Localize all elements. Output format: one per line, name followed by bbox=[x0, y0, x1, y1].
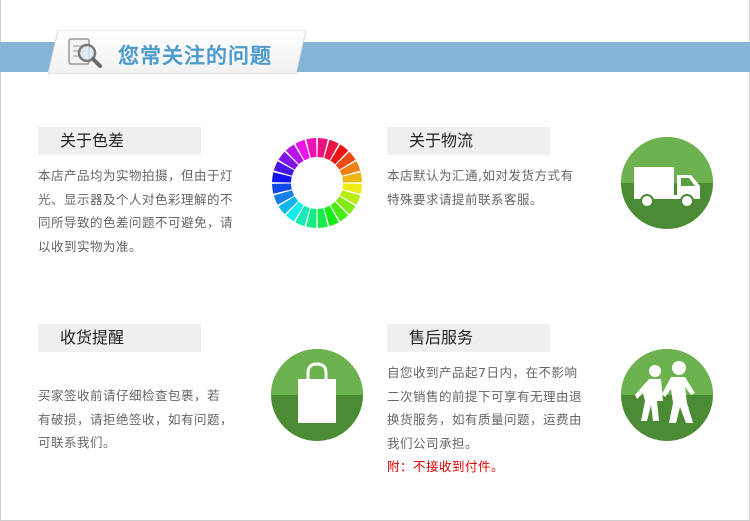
text-line: 买家签收前请仔细检查包裹，若 bbox=[38, 388, 221, 403]
section-title-logistics: 关于物流 bbox=[387, 127, 550, 155]
color-wheel-icon bbox=[272, 138, 362, 228]
section-text-logistics: 本店默认为汇通,如对发货方式有 特殊要求请提前联系客服。 bbox=[387, 164, 612, 211]
magnifier-document-icon bbox=[66, 36, 104, 70]
truck-icon bbox=[621, 137, 713, 229]
note-text: 附：不接收到付件。 bbox=[387, 459, 505, 474]
text-line: 有破损，请拒绝签收，如有问题， bbox=[38, 411, 234, 427]
text-line: 换货服务，如有质量问题，运费由 bbox=[387, 412, 583, 427]
text-line: 本店默认为汇通,如对发货方式有 bbox=[387, 168, 574, 183]
section-text-receipt: 买家签收前请仔细检查包裹，若 有破损，请拒绝签收，如有问题， 可联系我们。 bbox=[38, 384, 263, 455]
page-title: 您常关注的问题 bbox=[118, 44, 272, 68]
text-line: 二次销售的前提下可享有无理由退 bbox=[387, 388, 583, 404]
shopping-bag-icon bbox=[271, 349, 363, 441]
text-line: 以收到实物为准。 bbox=[38, 238, 143, 254]
text-line: 特殊要求请提前联系客服。 bbox=[387, 191, 544, 207]
section-text-color: 本店产品均为实物拍摄，但由于灯 光、显示器及个人对色彩理解的不 同所导致的色差问… bbox=[38, 164, 263, 258]
text-line: 自您收到产品起7日内，在不影响 bbox=[387, 365, 578, 380]
section-title-receipt: 收货提醒 bbox=[38, 324, 201, 352]
text-line: 可联系我们。 bbox=[38, 435, 117, 450]
section-title-color: 关于色差 bbox=[38, 127, 201, 155]
section-title-aftersale: 售后服务 bbox=[387, 324, 550, 352]
text-line: 我们公司承担。 bbox=[387, 435, 479, 451]
text-line: 本店产品均为实物拍摄，但由于灯 bbox=[38, 168, 234, 183]
header-tab: 您常关注的问题 bbox=[48, 30, 306, 74]
text-line: 光、显示器及个人对色彩理解的不 bbox=[38, 191, 234, 207]
section-text-aftersale: 自您收到产品起7日内，在不影响 二次销售的前提下可享有无理由退 换货服务，如有质… bbox=[387, 361, 612, 479]
text-line: 同所导致的色差问题不可避免，请 bbox=[38, 215, 234, 230]
people-walking-icon bbox=[621, 349, 713, 441]
